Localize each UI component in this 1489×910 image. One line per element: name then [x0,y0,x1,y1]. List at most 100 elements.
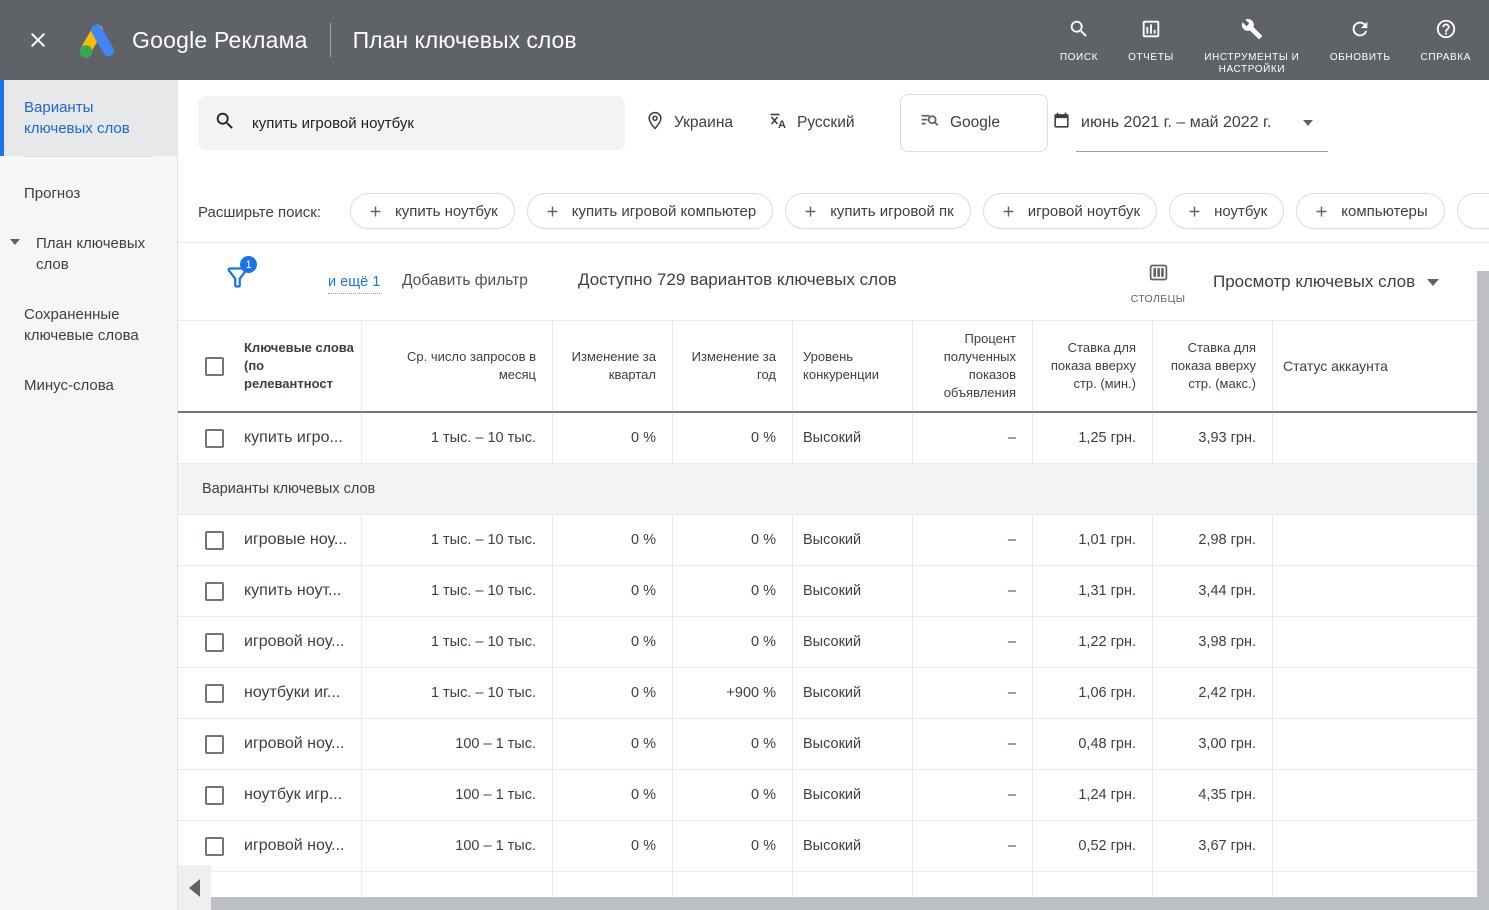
keyword-chip[interactable]: купить игровой компьютер [527,193,773,229]
header-keyword: Ключевые слова (по релевантност [178,321,362,411]
columns-icon [1148,262,1169,288]
horizontal-scrollbar[interactable] [211,897,1489,910]
row-checkbox[interactable] [205,531,224,550]
bid-max-cell: 3,00 грн. [1153,719,1273,769]
keyword-chip-clipped[interactable] [1457,193,1489,229]
header-impression-share: Процент полученных показов объявления [913,321,1033,411]
tools-settings-button[interactable]: ИНСТРУМЕНТЫ И НАСТРОЙКИ [1204,18,1300,76]
competition-cell: Высокий [793,413,913,463]
sidebar-item-keyword-ideas[interactable]: Варианты ключевых слов [0,80,177,156]
row-checkbox[interactable] [205,582,224,601]
language-selector[interactable]: A Русский [768,96,855,150]
location-selector[interactable]: Украина [645,96,733,150]
plus-icon [1000,203,1017,220]
search-network-icon [919,110,940,136]
competition-cell: Высокий [793,821,913,871]
keyword-chip[interactable]: купить игровой пк [785,193,971,229]
keyword-planner-screen: Google Реклама План ключевых слов ПОИСК … [0,0,1489,910]
search-button[interactable]: ПОИСК [1060,18,1098,64]
header-checkbox[interactable] [205,357,224,376]
brand-title: Google Реклама [132,27,308,54]
header-bid-min: Ставка для показа вверху стр. (мин.) [1033,321,1153,411]
impression-share-cell: – [913,719,1033,769]
chevron-down-icon [10,239,20,245]
header-competition: Уровень конкуренции [793,321,913,411]
close-icon[interactable] [26,28,50,52]
date-range-selector[interactable]: июнь 2021 г. – май 2022 г. [1052,96,1313,150]
row-checkbox[interactable] [205,837,224,856]
bid-max-cell: 3,67 грн. [1153,821,1273,871]
keyword-chip[interactable]: компьютеры [1296,193,1444,229]
volume-cell: 1 тыс. – 10 тыс. [362,413,553,463]
help-button[interactable]: СПРАВКА [1421,18,1471,64]
year-change-cell: 0 % [673,515,793,565]
view-selector-dropdown[interactable]: Просмотр ключевых слов [1213,272,1439,292]
bid-min-cell: 0,52 грн. [1033,821,1153,871]
competition-cell: Высокий [793,719,913,769]
svg-text:A: A [778,119,786,131]
bid-max-cell: 2,42 грн. [1153,668,1273,718]
table-row: игровые ноу... 1 тыс. – 10 тыс. 0 % 0 % … [178,515,1477,566]
row-checkbox[interactable] [205,735,224,754]
table-row: купить ноут... 1 тыс. – 10 тыс. 0 % 0 % … [178,566,1477,617]
sidebar-item-negative-keywords[interactable]: Минус-слова [0,375,177,396]
impression-share-cell: – [913,617,1033,667]
reports-button[interactable]: ОТЧЕТЫ [1128,18,1174,64]
impression-share-cell: – [913,413,1033,463]
vertical-scrollbar[interactable] [1477,271,1489,897]
keyword-cell: игровые ноу... [244,531,347,549]
volume-cell: 100 – 1 тыс. [362,719,553,769]
sidebar-item-keyword-plan[interactable]: План ключевых слов [0,233,177,275]
volume-cell: 100 – 1 тыс. [362,770,553,820]
header-quarter-change: Изменение за квартал [553,321,673,411]
bid-max-cell: 3,98 грн. [1153,617,1273,667]
year-change-cell: 0 % [673,566,793,616]
header-volume: Ср. число запросов в месяц [362,321,553,411]
bid-min-cell: 1,24 грн. [1033,770,1153,820]
add-filter-button[interactable]: Добавить фильтр [402,272,528,290]
keyword-search-input[interactable] [250,114,594,133]
scrollbar-corner [178,897,211,910]
bid-max-cell: 3,93 грн. [1153,413,1273,463]
search-icon [1068,18,1090,45]
year-change-cell: 0 % [673,617,793,667]
impression-share-cell: – [913,668,1033,718]
topbar-divider [330,23,331,57]
impression-share-cell: – [913,770,1033,820]
account-status-cell [1273,770,1477,820]
keyword-chip[interactable]: купить ноутбук [350,193,515,229]
calendar-icon [1052,111,1071,135]
network-selector[interactable]: Google [900,94,1048,152]
table-row: игровой ноу... 100 – 1 тыс. 0 % 0 % Высо… [178,821,1477,872]
keyword-chip[interactable]: игровой ноутбук [983,193,1157,229]
row-checkbox[interactable] [205,633,224,652]
bid-min-cell: 1,01 грн. [1033,515,1153,565]
keyword-cell: игровой ноу... [244,633,344,651]
bid-min-cell: 1,25 грн. [1033,413,1153,463]
refresh-button[interactable]: ОБНОВИТЬ [1330,18,1391,64]
quarter-change-cell: 0 % [553,566,673,616]
volume-cell: 1 тыс. – 10 тыс. [362,617,553,667]
more-filters-link[interactable]: и ещё 1 [328,274,380,294]
keyword-chip[interactable]: ноутбук [1169,193,1284,229]
sidebar-item-forecast[interactable]: Прогноз [0,183,177,204]
page-title: План ключевых слов [353,27,577,54]
keyword-search-box[interactable] [198,96,625,150]
keyword-cell: ноутбуки иг... [244,684,340,702]
table-row-clipped [178,872,1477,897]
table-section-header: Варианты ключевых слов [178,464,1477,515]
row-checkbox[interactable] [205,429,224,448]
row-checkbox[interactable] [205,684,224,703]
competition-cell: Высокий [793,617,913,667]
row-checkbox[interactable] [205,786,224,805]
year-change-cell: 0 % [673,413,793,463]
plus-icon [1186,203,1203,220]
competition-cell: Высокий [793,515,913,565]
suggested-keyword-chips: купить ноутбук купить игровой компьютер … [350,192,1489,230]
sidebar-divider [24,156,153,157]
sidebar-item-saved-keywords[interactable]: Сохраненные ключевые слова [0,304,177,346]
account-status-cell [1273,413,1477,463]
columns-button[interactable]: СТОЛБЦЫ [1126,262,1190,305]
account-status-cell [1273,821,1477,871]
section-divider [178,242,1489,243]
